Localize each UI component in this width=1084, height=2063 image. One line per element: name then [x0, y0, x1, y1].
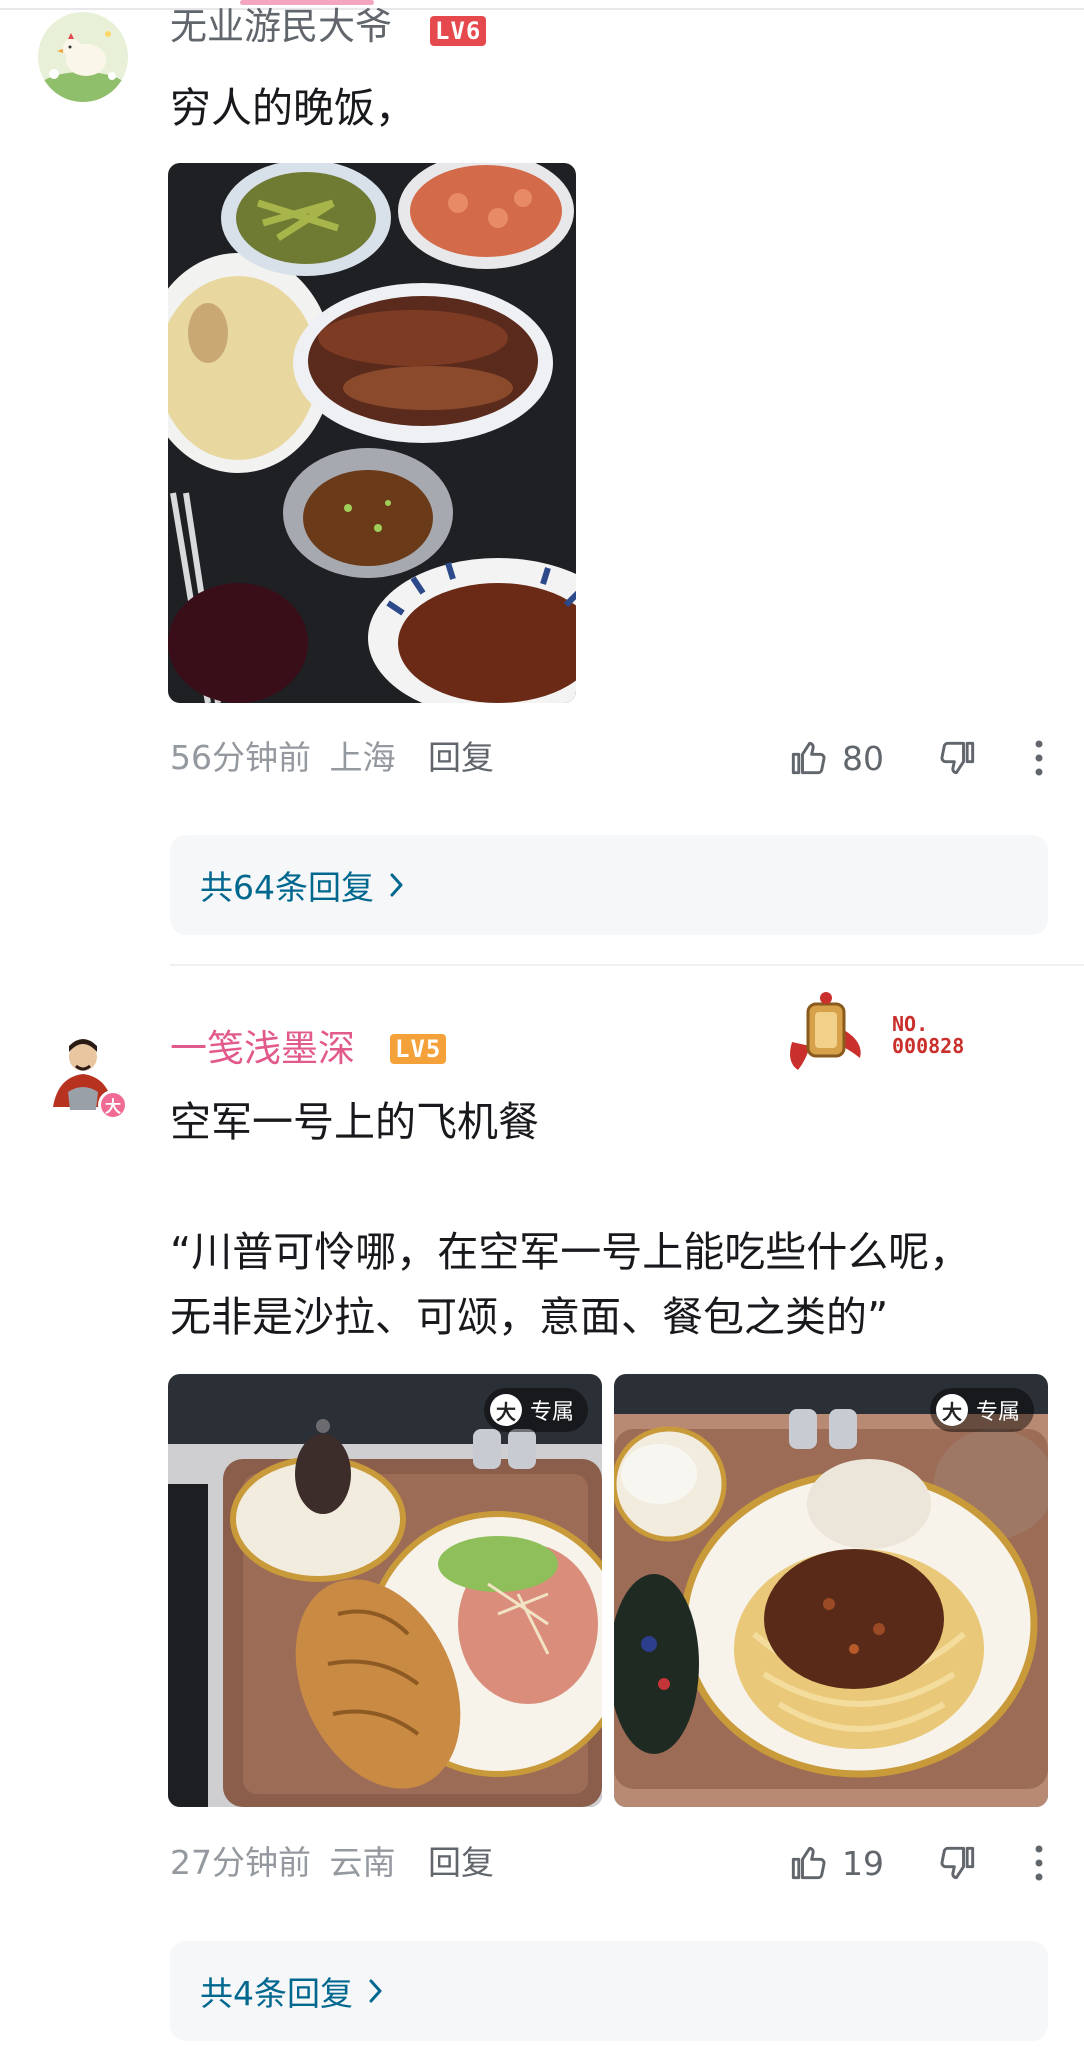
exclusive-tag: 大 专属 — [483, 1388, 588, 1432]
fan-number-badge: NO. 000828 — [786, 990, 986, 1080]
username[interactable]: 一笺浅墨深 — [170, 1026, 355, 1072]
medal-icon — [790, 992, 861, 1070]
salad-croissant-photo — [168, 1374, 602, 1807]
exclusive-tag-label: 专属 — [975, 1400, 1020, 1425]
like-count: 19 — [842, 1843, 884, 1883]
avatar[interactable]: 大 — [38, 1022, 128, 1120]
comment-image[interactable]: 大 专属 — [168, 1374, 602, 1807]
exclusive-tag-icon: 大 — [935, 1394, 968, 1426]
dislike-button[interactable] — [934, 1841, 982, 1885]
comment-image[interactable]: 大 专属 — [614, 1374, 1048, 1807]
comment-item: 大 一笺浅墨深 LV5 NO. 000828 空军一号上的飞机餐 “川普可怜哪，… — [0, 0, 1084, 2063]
view-replies-button[interactable]: 共4条回复 — [170, 1941, 1048, 2041]
spaghetti-photo — [614, 1374, 1048, 1807]
comment-meta: 27分钟前 云南 回复 — [170, 1843, 494, 1883]
comment-text-line: 空军一号上的飞机餐 — [170, 1098, 539, 1146]
exclusive-tag: 大 专属 — [929, 1388, 1034, 1432]
replies-count-label: 共4条回复 — [200, 1974, 353, 2013]
like-button[interactable]: 19 — [786, 1841, 884, 1885]
level-badge: LV5 — [390, 1034, 447, 1064]
thumbs-up-icon — [791, 1846, 826, 1880]
comment-location: 云南 — [329, 1843, 396, 1882]
thumbs-down-icon — [940, 1846, 975, 1880]
exclusive-tag-label: 专属 — [529, 1400, 574, 1425]
comment-time: 27分钟前 — [170, 1843, 311, 1882]
avatar-badge: 大 — [98, 1090, 128, 1120]
more-button[interactable] — [1024, 1841, 1054, 1885]
exclusive-tag-icon: 大 — [489, 1394, 522, 1426]
comment-text-line: 无非是沙拉、可颂，意面、餐包之类的” — [170, 1293, 889, 1341]
fan-number-prefix: NO. — [892, 1012, 929, 1036]
comment-text-line: “川普可怜哪，在空军一号上能吃些什么呢， — [170, 1228, 971, 1276]
reply-button[interactable]: 回复 — [428, 1843, 494, 1882]
chevron-right-icon — [369, 1979, 382, 2003]
fan-number-value: 000828 — [892, 1034, 965, 1058]
more-vertical-icon — [1035, 1845, 1043, 1881]
